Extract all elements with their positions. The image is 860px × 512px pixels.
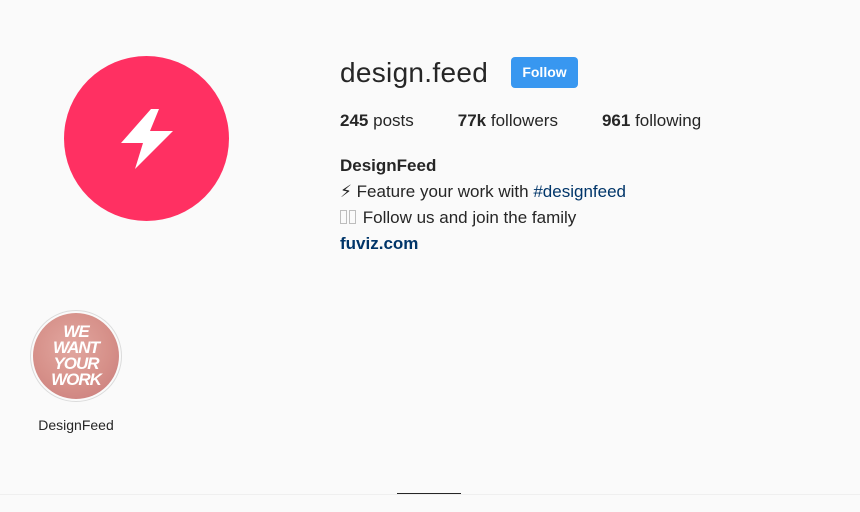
- profile-username: design.feed: [340, 57, 489, 88]
- highlight-label: DesignFeed: [38, 417, 114, 433]
- following-count: 961: [601, 111, 631, 130]
- bio-full-name: DesignFeed: [340, 156, 437, 175]
- following-label: following: [635, 111, 702, 130]
- highlight-cover-text: WORK: [51, 370, 102, 389]
- tabs-divider: [0, 494, 860, 495]
- highlight-cover-image: WE WANT YOUR WORK: [33, 313, 119, 399]
- follow-button[interactable]: Follow: [511, 57, 578, 88]
- hashtag-link[interactable]: #designfeed: [533, 182, 626, 201]
- profile-bio: DesignFeed ⚡ Feature your work with #des…: [340, 153, 626, 257]
- following-stat[interactable]: 961 following: [602, 110, 701, 132]
- profile-avatar[interactable]: [64, 56, 229, 221]
- profile-page: design.feed Follow 245 posts 77k followe…: [0, 0, 860, 512]
- bio-website-link[interactable]: fuviz.com: [340, 231, 626, 257]
- missing-glyph-icon: [349, 210, 356, 224]
- posts-stat: 245 posts: [340, 110, 414, 132]
- story-highlight[interactable]: WE WANT YOUR WORK DesignFeed: [30, 310, 122, 434]
- missing-glyph-icon: [340, 210, 347, 224]
- lightning-bolt-icon: [120, 108, 173, 169]
- profile-stats: 245 posts 77k followers 961 following: [340, 110, 701, 132]
- bio-line-1: ⚡ Feature your work with #designfeed: [340, 179, 626, 205]
- followers-count: 77k: [457, 111, 487, 130]
- bio-line-1-text: ⚡ Feature your work with: [340, 182, 534, 201]
- followers-label: followers: [490, 111, 558, 130]
- posts-label: posts: [373, 111, 414, 130]
- bio-line-2-text: Follow us and join the family: [362, 208, 577, 227]
- posts-count: 245: [340, 111, 369, 130]
- active-tab-indicator[interactable]: [397, 493, 461, 494]
- bio-line-2: Follow us and join the family: [340, 205, 626, 231]
- highlight-ring: WE WANT YOUR WORK: [30, 310, 122, 402]
- followers-stat[interactable]: 77k followers: [458, 110, 558, 132]
